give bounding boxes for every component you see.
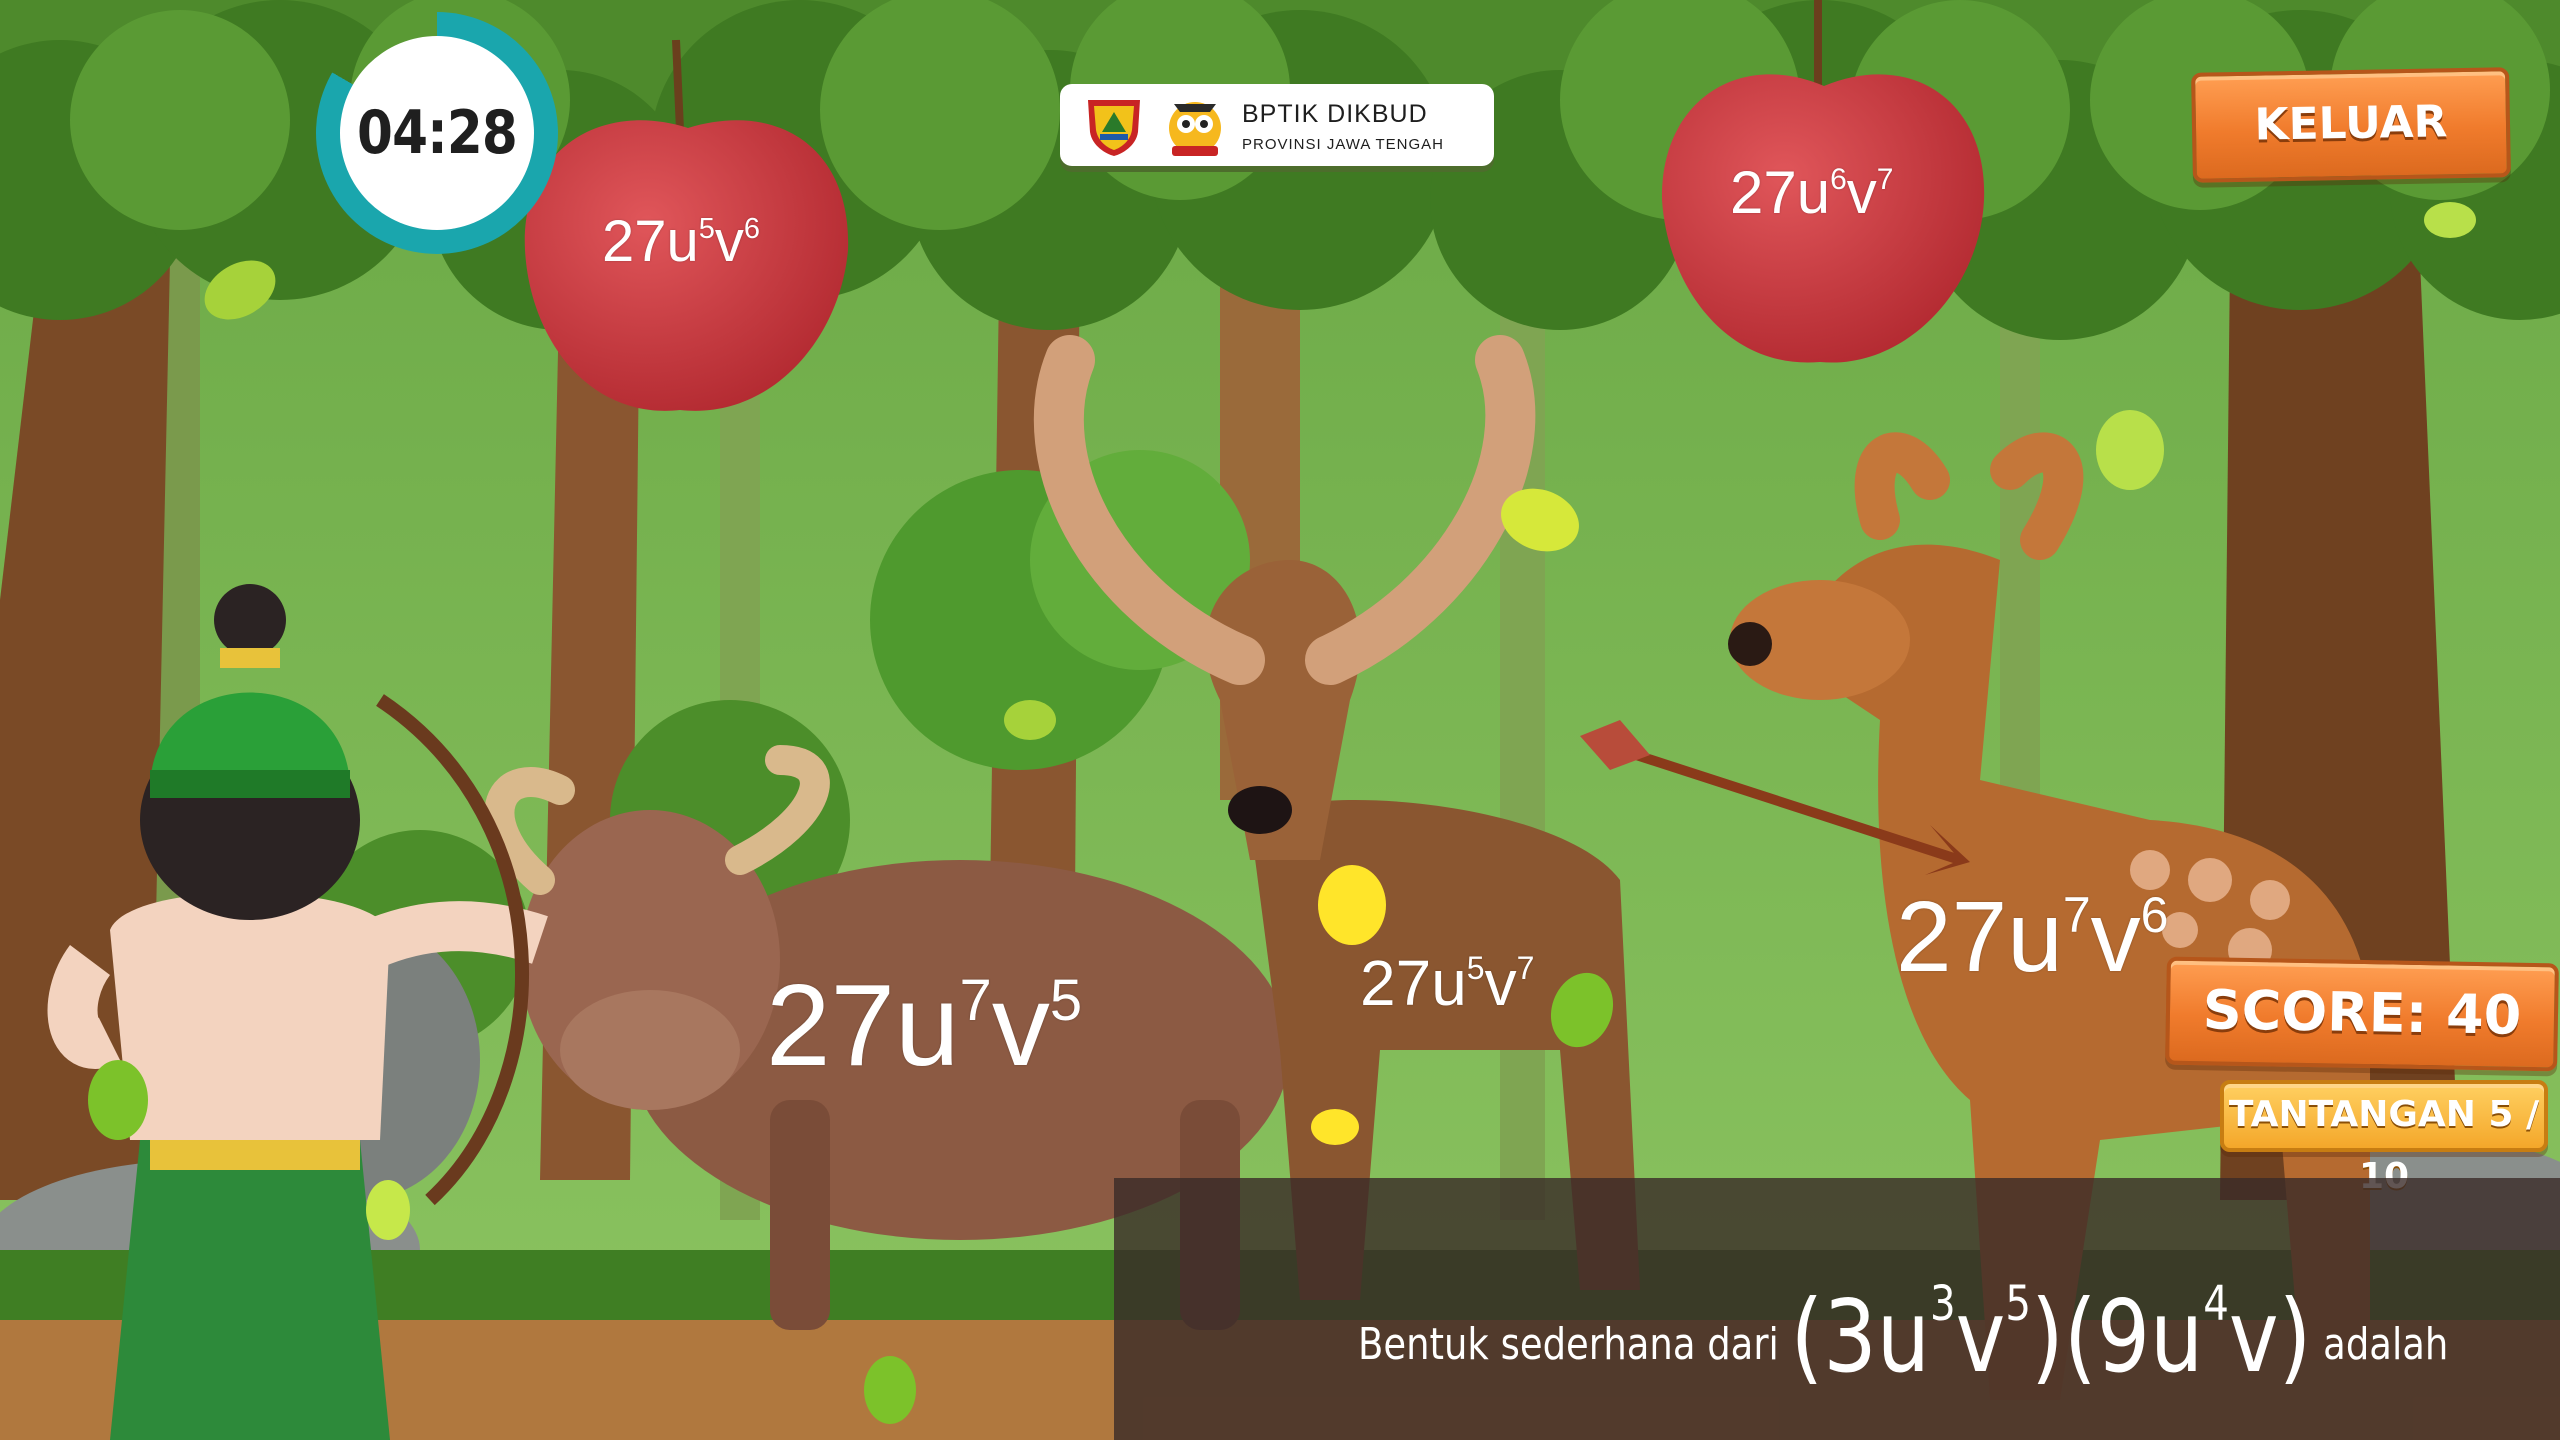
countdown-timer: 04:28 — [316, 12, 558, 254]
logo-title: BPTIK DIKBUD — [1242, 100, 1428, 128]
answer-label-apple-right[interactable]: 27u6v7 — [1730, 158, 1893, 227]
answer-label-deer[interactable]: 27u7v6 — [1896, 880, 2168, 995]
central-java-crest-icon — [1088, 100, 1140, 156]
exit-button[interactable]: KELUAR — [2191, 67, 2511, 183]
question-expression: (3u3v5)(9u4v) — [1790, 1275, 2312, 1395]
question-text: Bentuk sederhana dari (3u3v5)(9u4v) adal… — [1358, 1266, 2449, 1395]
logo-subtitle: PROVINSI JAWA TENGAH — [1242, 136, 1444, 153]
logo-banner: BPTIK DIKBUD PROVINSI JAWA TENGAH — [1060, 84, 1494, 166]
timer-text: 04:28 — [357, 98, 518, 168]
timer-face: 04:28 — [340, 36, 534, 230]
question-prefix: Bentuk sederhana dari — [1358, 1319, 1779, 1370]
answer-label-elk[interactable]: 27u5v7 — [1360, 946, 1534, 1020]
owl-mascot-icon — [1169, 102, 1221, 156]
question-panel: Bentuk sederhana dari (3u3v5)(9u4v) adal… — [1114, 1178, 2560, 1440]
score-panel: SCORE: 40 — [2165, 956, 2559, 1072]
answer-label-apple-left[interactable]: 27u5v6 — [602, 208, 760, 275]
answer-label-buffalo[interactable]: 27u7v5 — [766, 958, 1082, 1092]
question-suffix: adalah — [2323, 1319, 2449, 1370]
challenge-counter: TANTANGAN 5 / 10 — [2220, 1080, 2548, 1197]
